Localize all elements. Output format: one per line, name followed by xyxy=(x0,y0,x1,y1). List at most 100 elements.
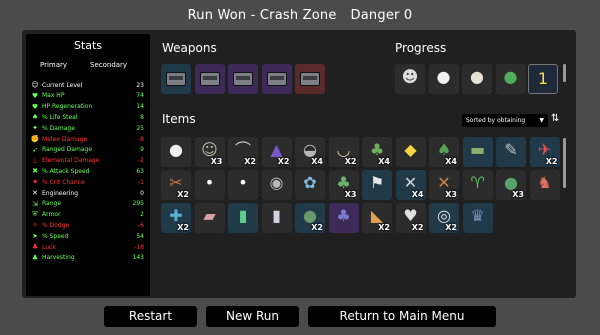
item-slot[interactable]: ✕ X3 xyxy=(429,170,459,200)
smg-icon xyxy=(300,72,320,86)
stat-row[interactable]: ✧ % Dodge -6 xyxy=(30,220,144,230)
stats-panel: Stats Primary Secondary ☺ Current Level 23… xyxy=(26,34,150,296)
progress-count-badge[interactable]: 1 xyxy=(528,64,558,94)
item-slot[interactable]: ● X3 xyxy=(496,170,526,200)
stat-row[interactable]: ♣ Luck -18 xyxy=(30,242,144,252)
item-slot[interactable]: ⌒ X2 xyxy=(228,137,258,167)
item-slot[interactable]: ▮ xyxy=(228,203,258,233)
stat-row[interactable]: ♠% Life Steal 8 xyxy=(30,112,144,122)
stat-row[interactable]: ✊ Melee Damage -8 xyxy=(30,134,144,144)
item-slot[interactable]: ● X2 xyxy=(295,203,325,233)
item-slot[interactable]: ◣ X2 xyxy=(362,203,392,233)
stat-label: Elemental Damage xyxy=(42,157,100,165)
weapon-smg-3[interactable] xyxy=(228,64,258,94)
stat-row[interactable]: ✖ % Attack Speed 63 xyxy=(30,166,144,176)
tab-secondary[interactable]: Secondary xyxy=(90,61,127,69)
attack-speed-icon: ✖ xyxy=(32,167,38,176)
stat-row[interactable]: ✷ % Crit Chance -1 xyxy=(30,177,144,187)
stat-value: 63 xyxy=(136,167,144,175)
item-quantity: X2 xyxy=(378,223,390,232)
item-slot[interactable]: ✕ X4 xyxy=(395,170,426,200)
stat-label: % Life Steal xyxy=(42,113,78,121)
stat-row[interactable]: ☺ Current Level 23 xyxy=(30,80,144,90)
stat-value: 8 xyxy=(140,113,144,121)
stat-row[interactable]: ♨ Elemental Damage -2 xyxy=(30,156,144,166)
stat-value: 14 xyxy=(136,103,144,111)
item-slot[interactable]: • xyxy=(228,170,258,200)
item-slot[interactable]: ▲ X2 xyxy=(261,137,292,167)
item-slot[interactable]: ◆ xyxy=(395,137,426,167)
duck-item-icon: ◆ xyxy=(404,140,417,159)
stat-value: 9 xyxy=(140,146,144,154)
engineering-icon: ✕ xyxy=(32,189,38,197)
item-slot[interactable]: ◒ X4 xyxy=(295,137,325,167)
stat-value: 74 xyxy=(136,92,144,100)
item-slot[interactable]: ♣ xyxy=(328,203,359,233)
item-slot[interactable]: ▮ xyxy=(261,203,292,233)
item-slot[interactable]: ✈ X2 xyxy=(529,137,560,167)
stat-row[interactable]: ♥ Max HP 74 xyxy=(30,91,144,101)
items-scrollbar[interactable] xyxy=(563,138,566,188)
progress-slot[interactable]: ● xyxy=(462,64,492,94)
stat-row[interactable]: ♣ Harvesting 143 xyxy=(30,253,144,263)
return-to-main-menu-button[interactable]: Return to Main Menu xyxy=(308,306,496,327)
restart-button[interactable]: Restart xyxy=(104,306,197,327)
luck-icon: ♣ xyxy=(31,243,39,251)
item-quantity: X2 xyxy=(545,157,558,166)
weapons-title: Weapons xyxy=(162,41,217,55)
stat-row[interactable]: ✦ % Damage 25 xyxy=(30,123,144,133)
stat-row[interactable]: ✕ Engineering 0 xyxy=(30,188,144,198)
item-quantity: X3 xyxy=(210,157,223,166)
tab-primary[interactable]: Primary xyxy=(40,61,67,69)
item-quantity: X4 xyxy=(411,190,424,199)
level-icon: ☺ xyxy=(31,81,39,89)
item-slot[interactable]: ♣ X4 xyxy=(362,137,392,167)
progress-slot[interactable]: ● xyxy=(428,64,459,94)
weapon-smg-2[interactable] xyxy=(194,64,225,94)
stat-label: Max HP xyxy=(42,92,65,100)
item-quantity: X4 xyxy=(311,157,323,166)
item-slot[interactable]: • xyxy=(194,170,225,200)
dots-item-icon: • xyxy=(204,173,215,192)
weapon-smg-5[interactable] xyxy=(295,64,325,94)
pale-egg-icon: ● xyxy=(470,67,484,86)
stat-row[interactable]: ➶ Ranged Damage 9 xyxy=(30,145,144,155)
stat-label: Engineering xyxy=(42,189,78,197)
progress-scrollbar[interactable] xyxy=(563,64,566,82)
stat-row[interactable]: ⛨ Armor 2 xyxy=(30,210,144,220)
item-slot[interactable]: ◡ X2 xyxy=(328,137,359,167)
item-slot[interactable]: ♥ X2 xyxy=(395,203,426,233)
weapon-smg-1[interactable] xyxy=(161,64,191,94)
danger-label: Danger 0 xyxy=(350,8,413,23)
stat-label: % Crit Chance xyxy=(42,178,85,186)
stat-row[interactable]: ➤ % Speed 54 xyxy=(30,231,144,241)
progress-slot[interactable]: ● xyxy=(495,64,526,94)
item-slot[interactable]: ● xyxy=(161,137,191,167)
item-slot[interactable]: ▬ xyxy=(462,137,493,167)
stat-row[interactable]: ⇲ Range 295 xyxy=(30,199,144,209)
sort-order-icon[interactable]: ⇅ xyxy=(551,113,559,124)
item-slot[interactable]: ♛ xyxy=(462,203,493,233)
item-slot[interactable]: ◎ X2 xyxy=(429,203,459,233)
item-slot[interactable]: ◉ xyxy=(261,170,292,200)
item-slot[interactable]: ▰ xyxy=(194,203,225,233)
item-slot[interactable]: ✎ xyxy=(496,137,526,167)
item-slot[interactable]: ♞ xyxy=(529,170,560,200)
sort-dropdown[interactable]: Sorted by obtaining ▼ xyxy=(462,114,548,127)
item-slot[interactable]: ♠ X4 xyxy=(429,137,459,167)
weapon-smg-4[interactable] xyxy=(261,64,292,94)
item-slot[interactable]: ☺ X3 xyxy=(194,137,225,167)
stat-value: 23 xyxy=(136,81,144,89)
stat-row[interactable]: ♥ HP Regeneration 14 xyxy=(30,102,144,112)
lifesteal-icon: ♠ xyxy=(31,113,39,122)
item-slot[interactable]: ♈ xyxy=(462,170,493,200)
wrench-item-icon: ✎ xyxy=(504,140,518,159)
progress-slot[interactable]: ☻ xyxy=(395,64,425,94)
item-slot[interactable]: ✚ X2 xyxy=(161,203,191,233)
item-slot[interactable]: ✿ xyxy=(295,170,325,200)
item-slot[interactable]: ⚑ xyxy=(362,170,392,200)
item-slot[interactable]: ♣ X3 xyxy=(328,170,359,200)
new-run-button[interactable]: New Run xyxy=(206,306,299,327)
item-quantity: X3 xyxy=(344,190,357,199)
item-slot[interactable]: ✂ X2 xyxy=(161,170,191,200)
